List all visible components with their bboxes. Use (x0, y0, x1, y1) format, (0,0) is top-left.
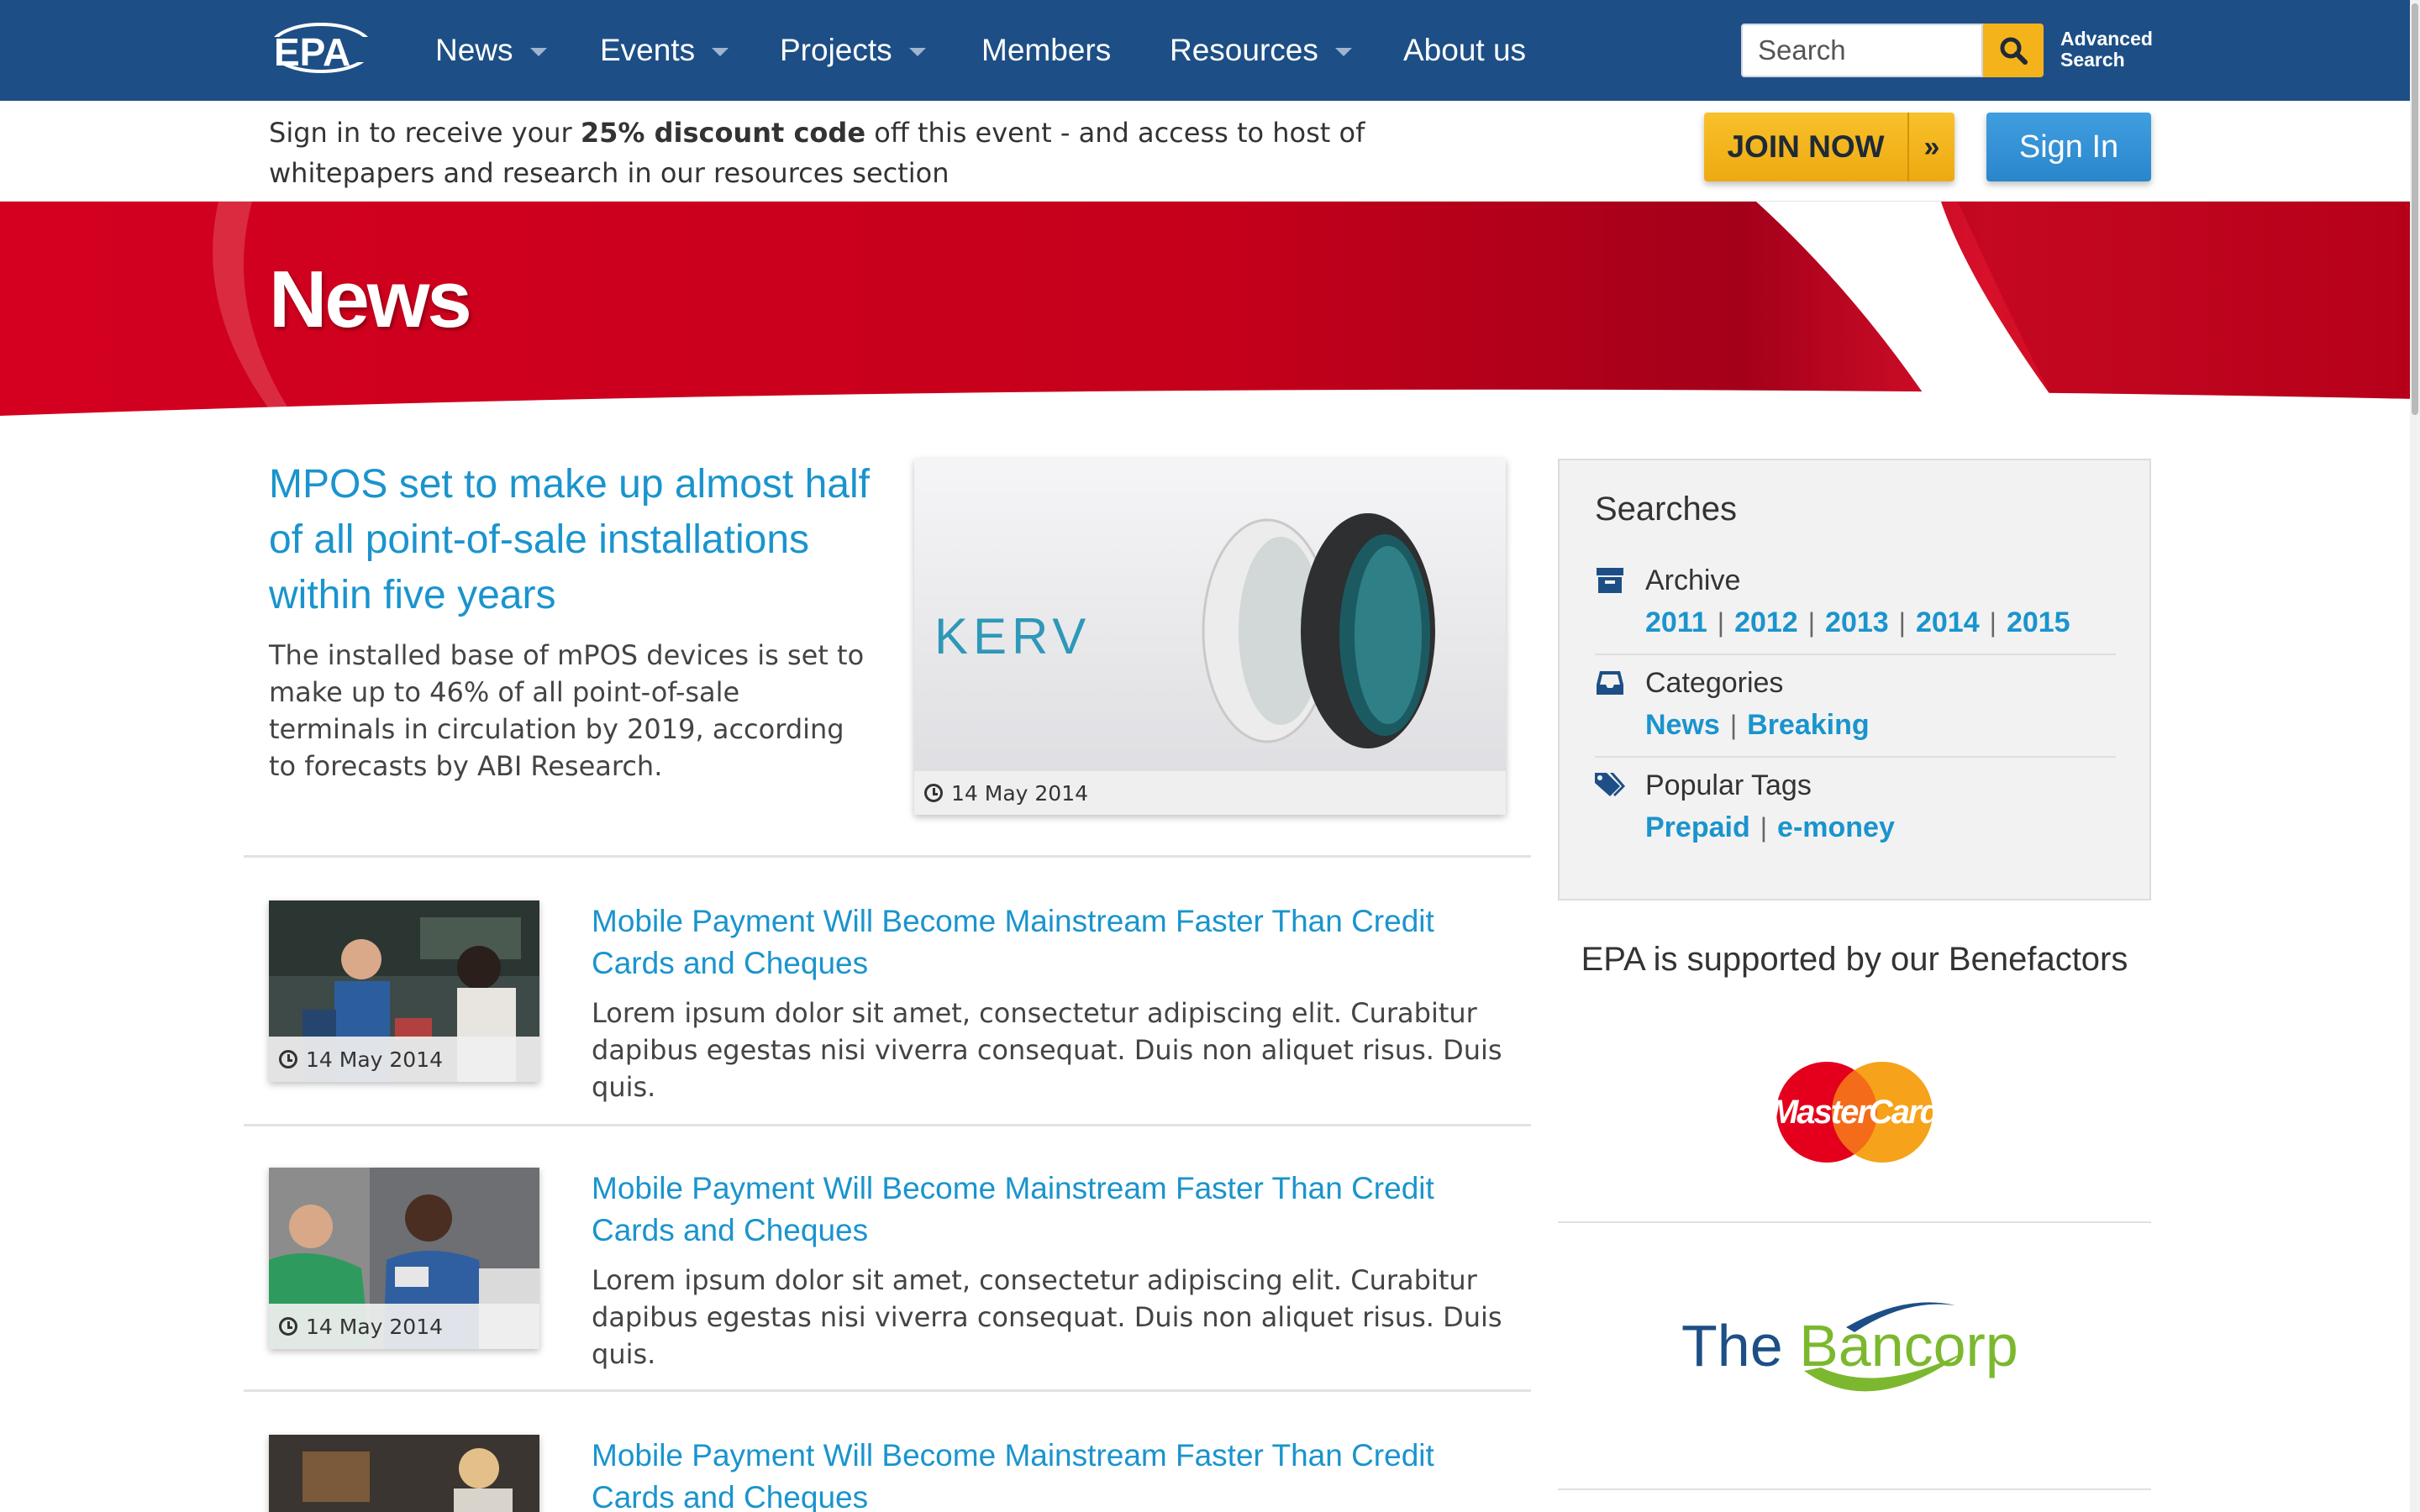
join-now-button[interactable]: JOIN NOW » (1704, 113, 1954, 181)
bancorp-logo: The Bancorp (1681, 1302, 2018, 1392)
featured-article-summary: The installed base of mPOS devices is se… (269, 639, 865, 782)
popular-tags-label: Popular Tags (1645, 769, 1812, 801)
divider (1595, 654, 2116, 655)
divider (1595, 756, 2116, 758)
separator: | (1729, 710, 1738, 740)
article-title[interactable]: Mobile Payment Will Become Mainstream Fa… (592, 900, 1516, 984)
search-input[interactable] (1741, 24, 1983, 77)
divider (244, 855, 1531, 858)
chevron-down-icon (529, 48, 547, 56)
category-link-breaking[interactable]: Breaking (1747, 709, 1870, 742)
hero-banner: News (0, 202, 2420, 420)
nav-events[interactable]: Events (600, 0, 729, 101)
article-summary: Lorem ipsum dolor sit amet, consectetur … (592, 1264, 1502, 1370)
article-thumbnail[interactable] (269, 1435, 539, 1512)
archive-year-link[interactable]: 2015 (2007, 606, 2070, 639)
archive-year-link[interactable]: 2011 (1645, 606, 1707, 639)
svg-text:EPA: EPA (274, 30, 350, 74)
nav-about-us[interactable]: About us (1403, 0, 1526, 101)
double-chevron-right-icon: » (1907, 113, 1954, 181)
nav-resources[interactable]: Resources (1170, 0, 1352, 101)
popular-tags-section: Popular Tags Prepaid | e-money (1595, 768, 2116, 844)
featured-article-title[interactable]: MPOS set to make up almost half of all p… (269, 457, 874, 623)
archive-year-link[interactable]: 2013 (1825, 606, 1889, 639)
chevron-down-icon (908, 48, 926, 56)
advanced-search-link[interactable]: Advanced Search (2060, 29, 2153, 71)
article-thumbnail[interactable]: 14 May 2014 (269, 900, 539, 1082)
svg-text:MasterCard: MasterCard (1770, 1094, 1942, 1131)
searches-title: Searches (1595, 491, 1737, 528)
benefactor-mastercard[interactable]: MasterCard (1558, 1053, 2151, 1171)
separator: | (1898, 607, 1906, 638)
page-scrollbar[interactable] (2410, 0, 2420, 1512)
benefactors-title: EPA is supported by our Benefactors (1581, 941, 2128, 978)
archive-box-icon (1595, 566, 1625, 595)
divider (244, 1124, 1531, 1126)
nav-members[interactable]: Members (981, 0, 1111, 101)
clock-icon (279, 1050, 297, 1068)
separator: | (1760, 812, 1768, 843)
tag-link-prepaid[interactable]: Prepaid (1645, 811, 1750, 844)
archive-section: Archive 2011 | 2012 | 2013 | 2014 | 2015 (1595, 563, 2116, 639)
clock-icon (279, 1317, 297, 1336)
chevron-down-icon (712, 48, 729, 56)
separator: | (1989, 607, 1996, 638)
categories-label: Categories (1645, 666, 1784, 699)
divider (1558, 1221, 2151, 1223)
mastercard-logo: MasterCard (1770, 1062, 1943, 1163)
kerv-rings-image: KERV (914, 459, 1506, 815)
divider (1558, 1488, 2151, 1490)
archive-year-link[interactable]: 2014 (1916, 606, 1980, 639)
search-icon (2000, 37, 2028, 65)
separator: | (1807, 607, 1816, 638)
categories-section: Categories News | Breaking (1595, 665, 2116, 742)
scrollbar-thumb[interactable] (2412, 3, 2418, 415)
inbox-tray-icon (1595, 669, 1625, 697)
featured-article-date: 14 May 2014 (914, 771, 1506, 815)
divider (244, 1389, 1531, 1392)
search-button[interactable] (1983, 24, 2044, 77)
kerv-logo: KERV (934, 608, 1091, 664)
article-title[interactable]: Mobile Payment Will Become Mainstream Fa… (592, 1168, 1516, 1252)
featured-article-image[interactable]: KERV 14 May 2014 (914, 459, 1506, 815)
sign-in-button[interactable]: Sign In (1986, 113, 2151, 181)
clock-icon (924, 784, 943, 802)
tags-icon (1595, 771, 1625, 800)
nav-news[interactable]: News (435, 0, 547, 101)
searches-panel: Searches Archive 2011 | 2012 | 2013 | 2014 |… (1558, 459, 2151, 900)
epa-logo[interactable]: EPA (269, 22, 392, 74)
page-title: News (269, 255, 472, 344)
shop-photo (269, 1435, 539, 1512)
separator: | (1717, 607, 1725, 638)
benefactor-bancorp[interactable]: The Bancorp (1558, 1294, 2151, 1411)
article-thumbnail[interactable]: 14 May 2014 (269, 1168, 539, 1349)
article-summary: Lorem ipsum dolor sit amet, consectetur … (592, 997, 1502, 1103)
nav-projects[interactable]: Projects (780, 0, 926, 101)
category-link-news[interactable]: News (1645, 709, 1720, 742)
article-date: 14 May 2014 (269, 1304, 539, 1349)
article-title[interactable]: Mobile Payment Will Become Mainstream Fa… (592, 1435, 1516, 1512)
archive-label: Archive (1645, 564, 1741, 596)
signin-promo-text: Sign in to receive your 25% discount cod… (269, 117, 1365, 189)
svg-text:The Bancorp: The Bancorp (1681, 1313, 2018, 1378)
tag-link-e-money[interactable]: e-money (1777, 811, 1895, 844)
top-nav: EPA News Events Projects Members Resourc… (0, 0, 2420, 101)
chevron-down-icon (1334, 48, 1352, 56)
article-date: 14 May 2014 (269, 1037, 539, 1082)
archive-year-link[interactable]: 2012 (1734, 606, 1798, 639)
